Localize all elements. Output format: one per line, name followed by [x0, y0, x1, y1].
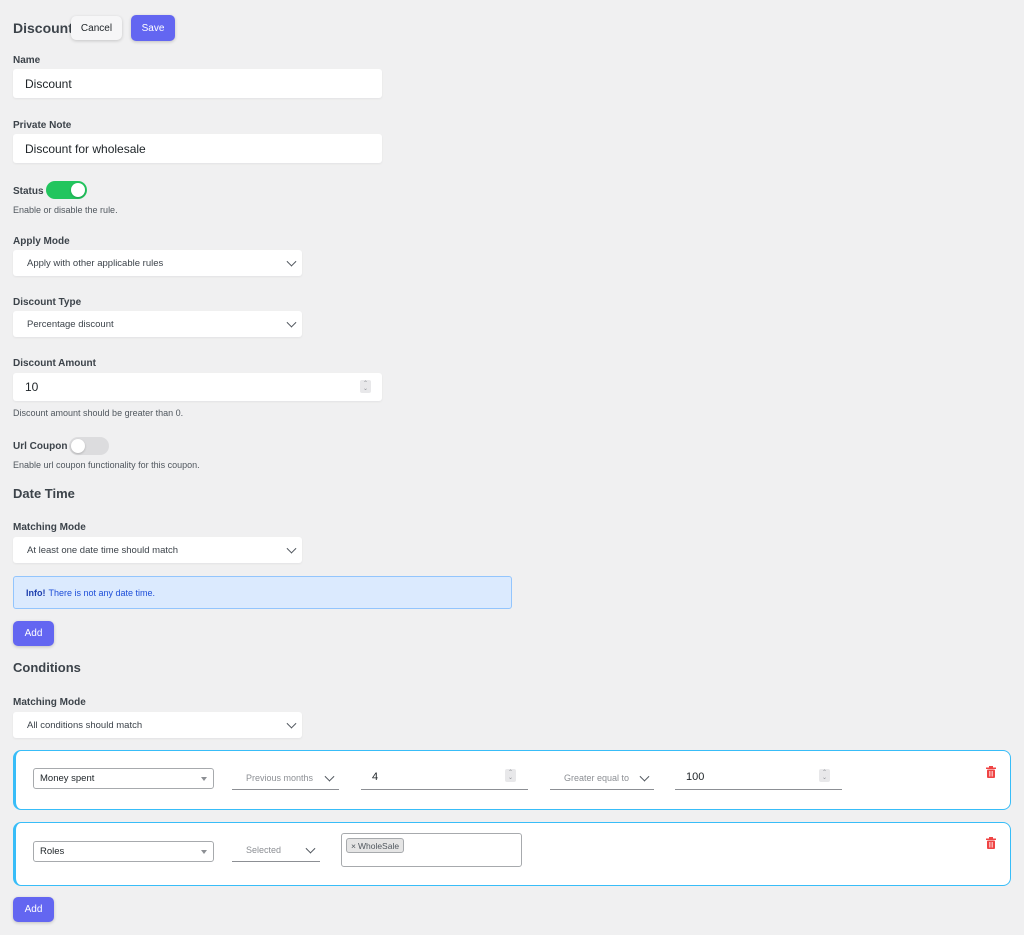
roles-operator-select[interactable]: Selected	[232, 838, 320, 862]
trash-icon[interactable]	[986, 837, 996, 849]
chevron-down-icon	[286, 317, 297, 328]
discount-amount-value: 10	[25, 380, 39, 394]
date-time-matching-mode-value: At least one date time should match	[27, 544, 179, 556]
period-value-number: 4	[372, 770, 379, 783]
status-toggle[interactable]	[46, 181, 87, 199]
status-help-text: Enable or disable the rule.	[13, 205, 118, 215]
apply-mode-label: Apply Mode	[13, 236, 70, 247]
tag-remove-icon[interactable]: ×	[351, 841, 356, 851]
period-value: Previous months	[246, 772, 314, 783]
conditions-matching-mode-value: All conditions should match	[27, 719, 143, 731]
chevron-down-icon	[286, 718, 297, 729]
cancel-button[interactable]: Cancel	[71, 16, 122, 40]
number-spinner-icon[interactable]: ⌃ ⌄	[819, 769, 830, 782]
roles-operator-value: Selected	[246, 844, 282, 855]
apply-mode-value: Apply with other applicable rules	[27, 257, 164, 269]
discount-amount-label: Discount Amount	[13, 358, 96, 369]
discount-amount-help-text: Discount amount should be greater than 0…	[13, 408, 184, 418]
apply-mode-select[interactable]: Apply with other applicable rules	[13, 250, 302, 276]
operator-value: Greater equal to	[564, 772, 630, 783]
private-note-label: Private Note	[13, 120, 72, 131]
operator-select[interactable]: Greater equal to	[550, 766, 654, 790]
caret-down-icon	[201, 777, 207, 781]
condition-type-value: Roles	[40, 846, 65, 857]
date-time-matching-mode-select[interactable]: At least one date time should match	[13, 537, 302, 563]
role-tag[interactable]: × WholeSale	[346, 838, 405, 853]
discount-type-select[interactable]: Percentage discount	[13, 311, 302, 337]
chevron-down-icon	[639, 771, 650, 782]
discount-type-value: Percentage discount	[27, 318, 114, 330]
chevron-down-icon	[305, 843, 316, 854]
conditions-matching-mode-label: Matching Mode	[13, 697, 86, 708]
period-select[interactable]: Previous months	[232, 766, 339, 790]
toggle-knob	[71, 183, 85, 197]
chevron-down-icon	[286, 543, 297, 554]
save-button[interactable]: Save	[131, 15, 175, 41]
chevron-down-icon	[324, 771, 335, 782]
amount-input[interactable]: 100 ⌃ ⌄	[675, 764, 842, 790]
status-label: Status	[13, 186, 44, 197]
url-coupon-toggle[interactable]	[69, 437, 109, 455]
condition-type-select[interactable]: Money spent	[33, 768, 214, 789]
conditions-section-title: Conditions	[13, 660, 81, 675]
date-time-matching-mode-label: Matching Mode	[13, 522, 86, 533]
url-coupon-help-text: Enable url coupon functionality for this…	[13, 460, 200, 470]
condition-type-select[interactable]: Roles	[33, 841, 214, 862]
caret-down-icon	[201, 850, 207, 854]
name-label: Name	[13, 55, 41, 66]
condition-card: Money spent Previous months 4 ⌃ ⌄ Greater…	[13, 750, 1011, 810]
add-condition-button[interactable]: Add	[13, 897, 54, 922]
number-spinner-icon[interactable]: ⌃ ⌄	[360, 380, 371, 393]
private-note-input[interactable]: Discount for wholesale	[13, 134, 382, 163]
trash-icon[interactable]	[986, 766, 996, 778]
discount-type-label: Discount Type	[13, 297, 82, 308]
number-spinner-icon[interactable]: ⌃ ⌄	[505, 769, 516, 782]
url-coupon-label: Url Coupon	[13, 441, 68, 452]
period-value-input[interactable]: 4 ⌃ ⌄	[361, 764, 528, 790]
chevron-down-icon	[286, 256, 297, 267]
info-alert-text: There is not any date time.	[48, 587, 156, 598]
info-alert-strong: Info!	[26, 587, 46, 598]
date-time-section-title: Date Time	[13, 486, 75, 501]
info-alert: Info! There is not any date time.	[13, 576, 512, 609]
discount-amount-input[interactable]: 10 ⌃ ⌄	[13, 373, 382, 401]
name-input[interactable]: Discount	[13, 69, 382, 98]
role-tag-label: WholeSale	[357, 840, 400, 851]
add-date-time-button[interactable]: Add	[13, 621, 54, 646]
amount-value: 100	[686, 770, 705, 783]
page-title: Discount	[13, 20, 73, 36]
condition-card: Roles Selected × WholeSale	[13, 822, 1011, 886]
condition-type-value: Money spent	[40, 773, 95, 784]
toggle-knob	[71, 439, 85, 453]
conditions-matching-mode-select[interactable]: All conditions should match	[13, 712, 302, 738]
roles-tags-input[interactable]: × WholeSale	[341, 833, 522, 867]
